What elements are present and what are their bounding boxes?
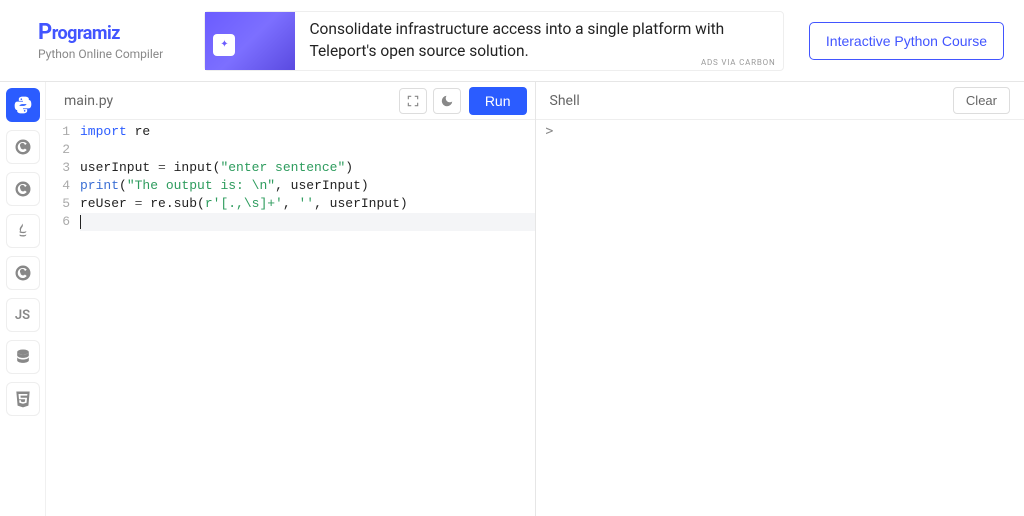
lang-js[interactable]: JS [6, 298, 40, 332]
tok: re [127, 124, 150, 139]
line-number: 2 [46, 141, 70, 159]
tok: r'[.,\s]+' [205, 196, 283, 211]
tok: print [80, 178, 119, 193]
shell-output[interactable]: > [536, 120, 1024, 516]
logo-block[interactable]: Programiz Python Online Compiler [20, 20, 200, 61]
editor-pane: main.py Run 1 2 3 4 5 6 import re use [46, 82, 536, 516]
tok: input( [166, 160, 221, 175]
header: Programiz Python Online Compiler ✦ Conso… [0, 0, 1024, 82]
tok: , userInput) [275, 178, 369, 193]
code-line [80, 141, 535, 159]
run-button[interactable]: Run [469, 87, 527, 115]
tok: reUser [80, 196, 135, 211]
tok: import [80, 124, 127, 139]
ad-image: ✦ [205, 12, 295, 70]
html-icon [13, 389, 33, 409]
shell-toolbar: Shell Clear [536, 82, 1024, 120]
tok: re.sub( [142, 196, 204, 211]
tok: '' [298, 196, 314, 211]
logo-subtitle: Python Online Compiler [38, 47, 200, 61]
code-line: import re [80, 123, 535, 141]
tok: "enter sentence" [220, 160, 345, 175]
line-gutter: 1 2 3 4 5 6 [46, 120, 78, 516]
js-label: JS [15, 308, 30, 323]
cpp-icon [13, 179, 33, 199]
java-icon [13, 221, 33, 241]
course-button[interactable]: Interactive Python Course [809, 22, 1004, 60]
shell-label: Shell [550, 93, 580, 109]
tok: "The output is: \n" [127, 178, 275, 193]
language-sidebar: JS [0, 82, 46, 516]
shell-pane: Shell Clear > [536, 82, 1024, 516]
code-line: reUser = re.sub(r'[.,\s]+', '', userInpu… [80, 195, 535, 213]
line-number: 4 [46, 177, 70, 195]
shell-prompt: > [546, 124, 554, 139]
code-line-current [80, 213, 535, 231]
line-number: 5 [46, 195, 70, 213]
lang-cpp[interactable] [6, 172, 40, 206]
tok: ) [345, 160, 353, 175]
ad-badge-icon: ✦ [213, 34, 235, 56]
editor-toolbar: main.py Run [46, 82, 535, 120]
python-icon [13, 95, 33, 115]
lang-csharp[interactable] [6, 256, 40, 290]
ad-via-label: ADS VIA CARBON [701, 58, 776, 67]
brand-name: rogramiz [52, 23, 120, 44]
code-lines[interactable]: import re userInput = input("enter sente… [78, 120, 535, 516]
line-number: 1 [46, 123, 70, 141]
tok: , [283, 196, 299, 211]
code-line: print("The output is: \n", userInput) [80, 177, 535, 195]
theme-button[interactable] [433, 88, 461, 114]
lang-c[interactable] [6, 130, 40, 164]
database-icon [13, 347, 33, 367]
code-line: userInput = input("enter sentence") [80, 159, 535, 177]
lang-sql[interactable] [6, 340, 40, 374]
c-icon [13, 137, 33, 157]
moon-icon [440, 94, 454, 108]
clear-button[interactable]: Clear [953, 87, 1010, 114]
line-number: 6 [46, 213, 70, 231]
main: JS main.py Run 1 2 3 4 5 [0, 82, 1024, 516]
ad-box[interactable]: ✦ Consolidate infrastructure access into… [204, 11, 784, 71]
cursor [80, 215, 81, 229]
lang-java[interactable] [6, 214, 40, 248]
ad-block: ✦ Consolidate infrastructure access into… [200, 11, 789, 71]
file-tab[interactable]: main.py [64, 93, 113, 109]
fullscreen-icon [406, 94, 420, 108]
tok: , userInput) [314, 196, 408, 211]
tok: userInput [80, 160, 158, 175]
logo-text: Programiz [38, 20, 200, 45]
csharp-icon [13, 263, 33, 283]
tok: ( [119, 178, 127, 193]
lang-python[interactable] [6, 88, 40, 122]
code-editor[interactable]: 1 2 3 4 5 6 import re userInput = input(… [46, 120, 535, 516]
line-number: 3 [46, 159, 70, 177]
tok: = [158, 160, 166, 175]
lang-html[interactable] [6, 382, 40, 416]
ad-text: Consolidate infrastructure access into a… [295, 19, 783, 62]
fullscreen-button[interactable] [399, 88, 427, 114]
